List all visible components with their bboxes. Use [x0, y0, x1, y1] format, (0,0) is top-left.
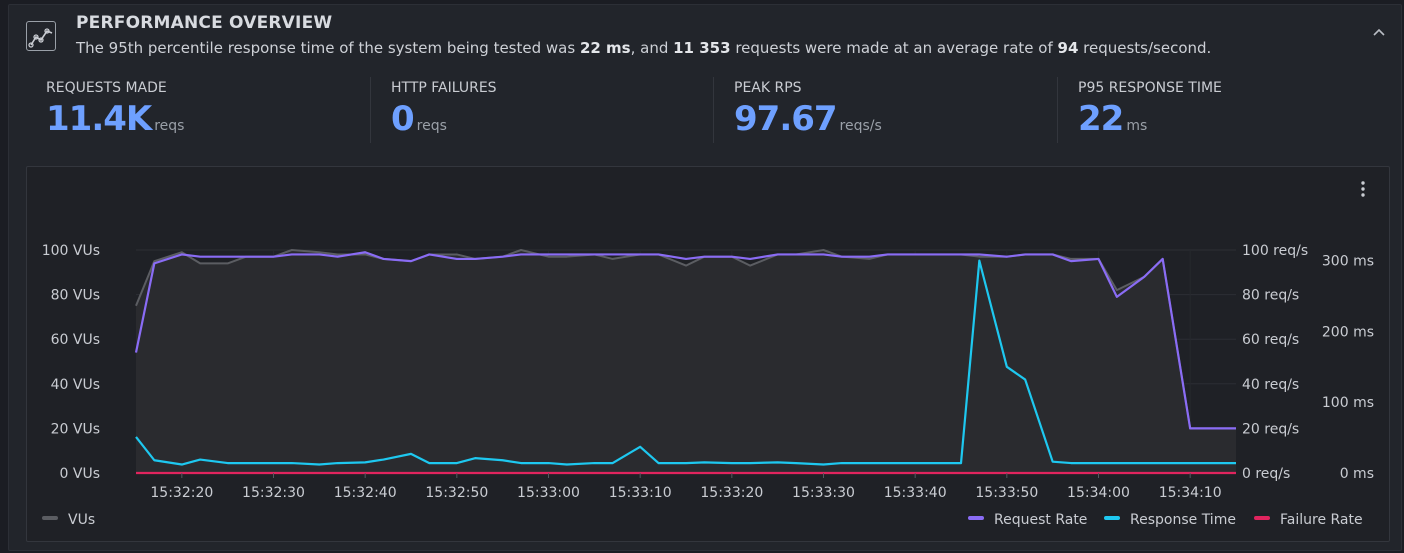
stat-label: P95 RESPONSE TIME	[1078, 80, 1222, 96]
stat-label: HTTP FAILURES	[391, 80, 497, 96]
chart-container	[26, 166, 1390, 542]
stat-value: 0 reqs	[391, 99, 447, 139]
stat-requests-made: REQUESTS MADE 11.4K reqs	[26, 77, 369, 143]
chart-line-icon	[26, 21, 56, 51]
stat-p95-response-time: P95 RESPONSE TIME 22 ms	[1057, 77, 1388, 143]
page-title: PERFORMANCE OVERVIEW	[76, 13, 333, 33]
stat-peak-rps: PEAK RPS 97.67 reqs/s	[713, 77, 1057, 143]
stat-label: REQUESTS MADE	[46, 80, 167, 96]
more-options-icon[interactable]	[1355, 178, 1371, 200]
stat-http-failures: HTTP FAILURES 0 reqs	[370, 77, 714, 143]
stat-value: 22 ms	[1078, 99, 1148, 139]
stat-value: 11.4K reqs	[46, 99, 185, 139]
stat-value: 97.67 reqs/s	[734, 99, 882, 139]
stat-label: PEAK RPS	[734, 80, 802, 96]
summary-description: The 95th percentile response time of the…	[76, 39, 1212, 57]
chevron-up-icon[interactable]	[1372, 26, 1386, 40]
